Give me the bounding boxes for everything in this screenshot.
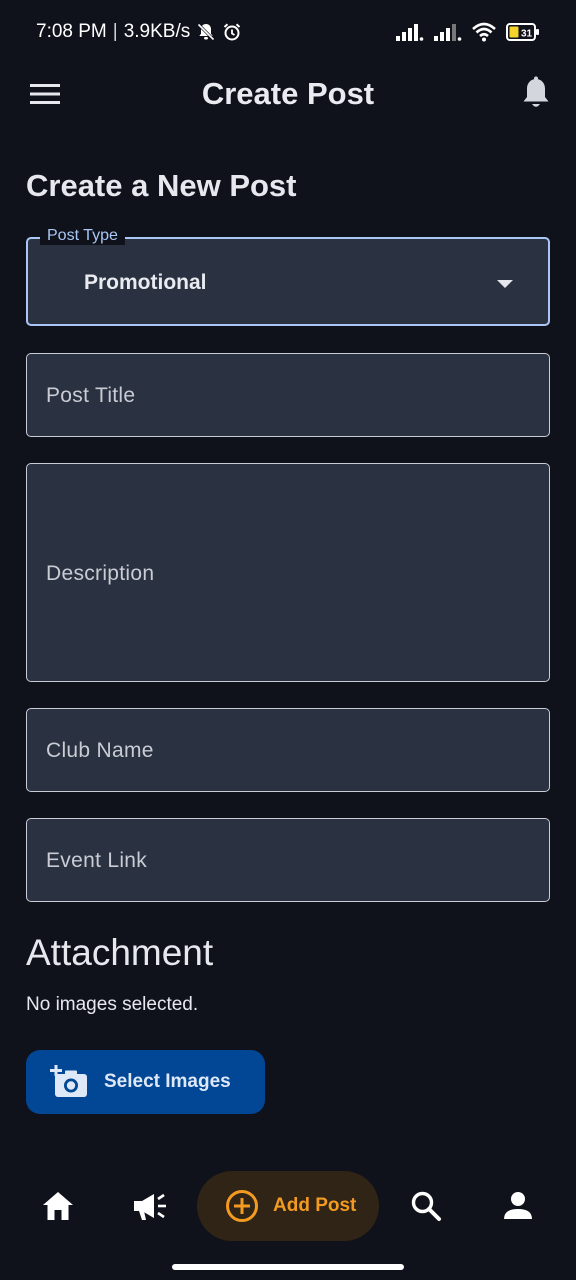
select-images-button[interactable]: Select Images xyxy=(26,1050,265,1114)
wifi-icon xyxy=(472,22,496,42)
post-title-input[interactable]: Post Title xyxy=(26,353,550,437)
event-link-input[interactable]: Event Link xyxy=(26,818,550,902)
network-speed: 3.9KB/s xyxy=(123,21,191,42)
signal-icon-2 xyxy=(434,22,462,42)
post-type-label: Post Type xyxy=(40,227,125,245)
add-circle-icon xyxy=(225,1189,259,1223)
signal-icon-1 xyxy=(396,22,424,42)
add-post-button[interactable]: Add Post xyxy=(197,1171,379,1241)
megaphone-icon[interactable] xyxy=(130,1186,170,1226)
status-separator: | xyxy=(112,21,118,42)
notifications-off-icon xyxy=(196,22,216,42)
description-placeholder: Description xyxy=(46,562,155,585)
dropdown-arrow-icon xyxy=(496,277,514,289)
description-input[interactable]: Description xyxy=(26,463,550,682)
app-bar: Create Post xyxy=(0,64,576,124)
bell-icon[interactable] xyxy=(520,76,552,112)
status-bar: 7:08 PM | 3.9KB/s 31 xyxy=(0,0,576,64)
attachment-status: No images selected. xyxy=(26,994,199,1015)
add-photo-icon xyxy=(50,1065,90,1099)
post-title-placeholder: Post Title xyxy=(46,384,136,407)
club-name-placeholder: Club Name xyxy=(46,739,154,762)
profile-icon[interactable] xyxy=(498,1186,538,1226)
battery-level: 31 xyxy=(521,29,533,40)
status-left: 7:08 PM | 3.9KB/s xyxy=(36,21,242,43)
search-icon[interactable] xyxy=(406,1186,446,1226)
home-indicator[interactable] xyxy=(172,1264,404,1270)
attachment-heading: Attachment xyxy=(26,932,214,973)
status-time: 7:08 PM xyxy=(36,21,107,42)
post-type-select[interactable]: Post Type Promotional xyxy=(26,227,550,326)
post-type-value: Promotional xyxy=(84,271,207,294)
page-title: Create Post xyxy=(201,76,375,111)
alarm-icon xyxy=(222,22,242,42)
select-images-label: Select Images xyxy=(104,1071,231,1092)
form-heading: Create a New Post xyxy=(26,168,297,203)
hamburger-menu-icon[interactable] xyxy=(28,78,62,110)
battery-icon: 31 xyxy=(506,22,540,42)
home-icon[interactable] xyxy=(38,1186,78,1226)
status-right: 31 xyxy=(396,22,540,42)
add-post-label: Add Post xyxy=(273,1195,357,1216)
event-link-placeholder: Event Link xyxy=(46,849,148,872)
club-name-input[interactable]: Club Name xyxy=(26,708,550,792)
bottom-nav: Add Post xyxy=(0,1160,576,1252)
